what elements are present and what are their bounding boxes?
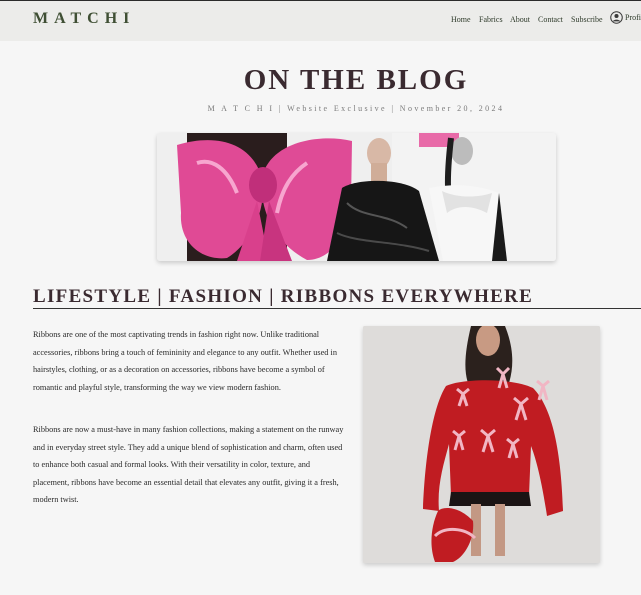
nav-fabrics[interactable]: Fabrics [479, 15, 503, 24]
nav-contact[interactable]: Contact [538, 15, 563, 24]
article-photo [363, 326, 600, 563]
site-logo[interactable]: MATCHI [33, 10, 135, 28]
profile-link[interactable]: Profile [610, 11, 641, 24]
article-paragraph-1: Ribbons are one of the most captivating … [33, 330, 337, 392]
blog-title: ON THE BLOG [243, 64, 469, 96]
article-heading: LIFESTYLE | FASHION | RIBBONS EVERYWHERE [33, 286, 534, 307]
nav-home[interactable]: Home [451, 15, 471, 24]
user-icon [610, 11, 623, 24]
article-paragraph-2: Ribbons are now a must-have in many fash… [33, 425, 344, 505]
blog-meta: M A T C H I | Website Exclusive | Novemb… [207, 104, 505, 113]
nav-subscribe[interactable]: Subscribe [571, 15, 603, 24]
heading-divider [33, 308, 641, 309]
site-header: MATCHI Home Fabrics About Contact Subscr… [0, 0, 641, 41]
profile-label: Profile [625, 13, 641, 22]
hero-image [157, 133, 556, 261]
nav-about[interactable]: About [510, 15, 530, 24]
